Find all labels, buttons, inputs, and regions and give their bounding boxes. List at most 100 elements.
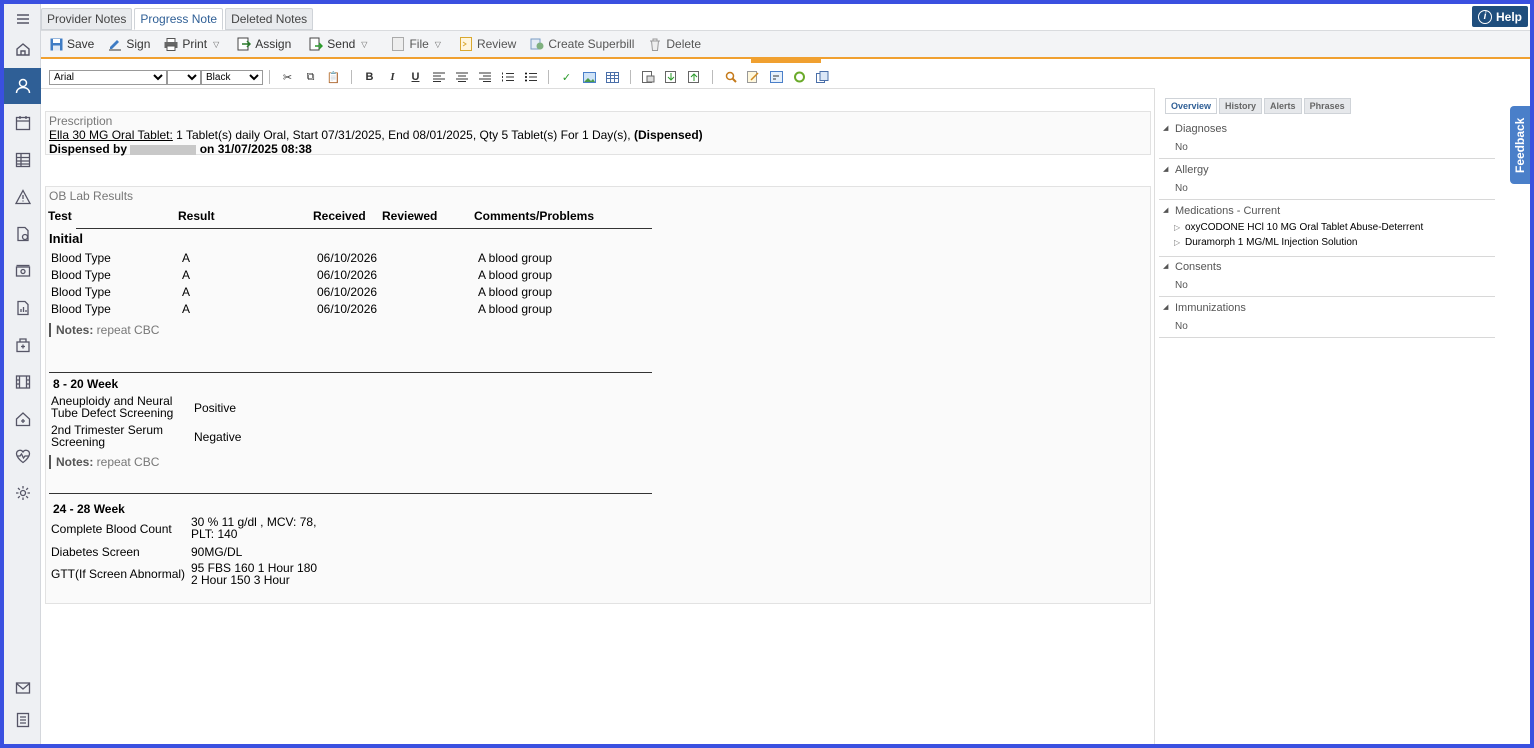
help-button[interactable]: i Help [1471,6,1528,27]
cut-icon[interactable]: ✂ [276,68,299,86]
hospital-icon[interactable] [4,330,41,360]
align-left-icon[interactable] [427,68,450,86]
template-icon[interactable] [637,68,660,86]
initial-label: Initial [49,231,83,246]
copy-icon[interactable]: ⧉ [299,68,322,86]
consents-header[interactable]: Consents [1159,258,1495,276]
edit-note-icon[interactable] [742,68,765,86]
bullet-list-icon[interactable] [519,68,542,86]
delete-button[interactable]: Delete [648,37,701,51]
immunizations-header[interactable]: Immunizations [1159,299,1495,317]
table-row-result: Positive [194,401,237,415]
lab-icon[interactable] [765,68,788,86]
table-row-comments: A blood group [478,268,553,282]
insert-table-icon[interactable] [601,68,624,86]
table-row-result: 30 % 11 g/dl , MCV: 78, PLT: 140 [191,515,317,541]
allergy-header[interactable]: Allergy [1159,161,1495,179]
align-center-icon[interactable] [450,68,473,86]
patient-icon[interactable] [4,68,41,104]
table-icon[interactable] [4,145,41,175]
col-header-result: Result [178,209,215,223]
print-button[interactable]: Print ▽ [164,37,219,51]
billing-icon[interactable] [4,256,41,286]
drug-link[interactable]: Ella 30 MG Oral Tablet: [49,128,173,142]
assign-button[interactable]: Assign [237,37,291,51]
table-row-test: Diabetes Screen [51,545,140,559]
find-icon[interactable] [719,68,742,86]
note-editor[interactable]: Prescription Ella 30 MG Oral Tablet: 1 T… [41,88,1154,744]
font-family-select[interactable]: Arial [49,69,167,85]
settings-icon[interactable] [4,478,41,508]
tab-deleted-notes[interactable]: Deleted Notes [225,8,314,30]
medication-item[interactable]: Duramorph 1 MG/ML Injection Solution [1159,235,1495,250]
paste-icon[interactable]: 📋 [322,68,345,86]
table-row-received: 06/10/2026 [317,268,378,282]
send-button[interactable]: Send ▽ [309,37,367,51]
document-clock-icon[interactable] [4,219,41,249]
tab-overview[interactable]: Overview [1165,98,1218,114]
tab-progress-note[interactable]: Progress Note [134,8,224,30]
help-label: Help [1495,9,1522,24]
medications-header[interactable]: Medications - Current [1159,202,1495,220]
toolbar-collapse-handle[interactable] [751,57,821,63]
assign-icon [237,37,252,51]
notes-text: repeat CBC [93,455,160,469]
import-icon[interactable] [660,68,683,86]
mail-icon[interactable] [4,673,41,703]
heart-pulse-icon[interactable] [4,441,41,471]
menu-icon[interactable] [4,4,41,34]
reports-icon[interactable] [4,293,41,323]
table-row-received: 06/10/2026 [317,285,378,299]
refresh-icon[interactable] [788,68,811,86]
tab-phrases[interactable]: Phrases [1303,98,1351,114]
tab-history[interactable]: History [1219,98,1263,114]
file-button[interactable]: File ▽ [391,37,441,51]
export-icon[interactable] [683,68,706,86]
table-row-test: GTT(If Screen Abnormal) [51,567,186,581]
table-row-comments: A blood group [478,285,553,299]
insert-image-icon[interactable] [578,68,601,86]
create-superbill-button[interactable]: Create Superbill [530,37,634,51]
review-button[interactable]: Review [459,37,516,51]
list-document-icon[interactable] [4,705,41,735]
tab-alerts[interactable]: Alerts [1264,98,1302,114]
immunizations-value: No [1175,321,1188,332]
table-row-comments: A blood group [478,302,553,316]
calendar-icon[interactable] [4,108,41,138]
align-right-icon[interactable] [473,68,496,86]
spellcheck-icon[interactable]: ✓ [555,68,578,86]
table-row-test: Aneuploidy and Neural Tube Defect Screen… [51,394,174,420]
warning-icon[interactable] [4,182,41,212]
review-label: Review [476,37,517,51]
table-row-result: A [182,251,191,265]
save-button[interactable]: Save [49,37,94,51]
dispensed-by-label: Dispensed by [49,142,128,156]
feedback-tab[interactable]: Feedback [1510,106,1530,184]
copy-forward-icon[interactable] [811,68,834,86]
table-row-received: 06/10/2026 [317,251,378,265]
sign-button[interactable]: Sign [108,37,150,51]
file-label: File [409,37,429,51]
font-color-select[interactable]: Black [201,69,263,85]
bold-icon[interactable]: B [358,68,381,86]
print-label: Print [182,37,208,51]
underline-icon[interactable]: U [404,68,427,86]
table-row-test: Complete Blood Count [51,522,172,536]
medication-item[interactable]: oxyCODONE HCl 10 MG Oral Tablet Abuse-De… [1159,220,1495,235]
table-row-test: Blood Type [51,268,111,282]
home-icon[interactable] [4,34,41,64]
col-header-test: Test [48,209,72,223]
toolbar: Save Sign Print ▽ Assign Send ▽ File ▽ R… [41,30,1530,59]
font-size-select[interactable] [167,69,201,85]
assign-label: Assign [255,37,292,51]
prescription-section: Prescription Ella 30 MG Oral Tablet: 1 T… [45,111,1151,156]
film-icon[interactable] [4,367,41,397]
tab-provider-notes[interactable]: Provider Notes [41,8,133,30]
dispensed-date: on 31/07/2025 08:38 [196,142,312,156]
italic-icon[interactable]: I [381,68,404,86]
numbered-list-icon[interactable] [496,68,519,86]
home-health-icon[interactable] [4,404,41,434]
consents-section: Consents No [1159,258,1495,297]
diagnoses-header[interactable]: Diagnoses [1159,120,1495,138]
delete-label: Delete [666,37,702,51]
